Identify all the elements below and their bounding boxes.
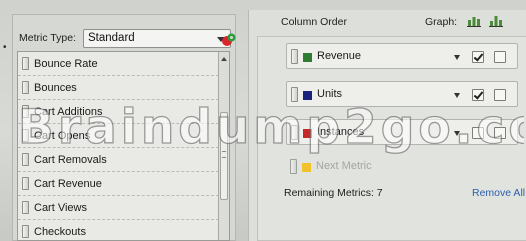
grip-lines-icon	[222, 151, 226, 158]
column-slot-label: Revenue	[317, 50, 362, 62]
available-metrics-list[interactable]: Bounce Rate Bounces Cart Additions Cart Ope…	[17, 51, 230, 241]
next-metric-label: Next Metric	[316, 160, 372, 172]
drag-handle-icon[interactable]	[22, 57, 29, 70]
graph-checkbox[interactable]	[472, 127, 484, 139]
graph-bar-icon-secondary[interactable]	[489, 14, 503, 27]
metric-list-item-label: Bounce Rate	[34, 57, 98, 70]
next-metric-slot[interactable]: Next Metric	[286, 155, 466, 179]
graph-checkbox[interactable]	[472, 89, 484, 101]
column-order-header: Column Order	[281, 16, 347, 28]
chevron-down-icon[interactable]	[454, 55, 460, 60]
metric-list-item[interactable]: Cart Removals	[18, 148, 219, 172]
remaining-metrics-text: Remaining Metrics: 7	[284, 187, 383, 199]
next-metric-color-swatch	[302, 163, 311, 172]
metric-list-item-label: Cart Removals	[34, 153, 107, 166]
scroll-thumb[interactable]	[220, 112, 228, 200]
column-slot[interactable]: Revenue	[286, 43, 518, 69]
metric-type-label: Metric Type:	[19, 32, 76, 44]
column-order-panel: Column Order Graph: Revenue Units Instance…	[248, 10, 526, 241]
metric-settings-icon[interactable]	[221, 32, 237, 48]
drag-handle-icon[interactable]	[22, 129, 29, 142]
drag-handle-icon[interactable]	[291, 125, 298, 140]
remove-all-link[interactable]: Remove All	[472, 187, 525, 199]
metric-list-item[interactable]: Checkouts	[18, 220, 219, 240]
metric-type-value: Standard	[88, 32, 135, 44]
metric-color-swatch	[303, 53, 312, 62]
column-slot[interactable]: Instances	[286, 119, 518, 145]
metric-color-swatch	[303, 91, 312, 100]
metric-color-swatch	[303, 129, 312, 138]
drag-handle-icon[interactable]	[291, 49, 298, 64]
metric-list-scrollbar[interactable]	[218, 52, 229, 240]
drag-handle-icon[interactable]	[22, 201, 29, 214]
drag-handle-icon[interactable]	[290, 159, 297, 174]
drag-handle-icon[interactable]	[22, 81, 29, 94]
secondary-graph-checkbox[interactable]	[494, 89, 506, 101]
column-slot-label: Units	[317, 88, 343, 100]
drag-handle-icon[interactable]	[22, 225, 29, 238]
column-slot[interactable]: Units	[286, 81, 518, 107]
metric-list-item[interactable]: Cart Revenue	[18, 172, 219, 196]
metric-list-item[interactable]: Cart Additions	[18, 100, 219, 124]
column-order-box: Revenue Units Instances Next Metric Remain…	[257, 36, 526, 241]
graph-label: Graph:	[425, 16, 458, 28]
graph-bar-icon[interactable]	[467, 14, 481, 27]
metric-list-item-label: Cart Revenue	[34, 177, 102, 190]
metric-list-item[interactable]: Cart Opens	[18, 124, 219, 148]
secondary-graph-checkbox[interactable]	[494, 127, 506, 139]
metric-list-item[interactable]: Bounce Rate	[18, 52, 219, 76]
drag-handle-icon[interactable]	[22, 105, 29, 118]
metric-list-item-label: Checkouts	[34, 225, 86, 238]
graph-checkbox[interactable]	[472, 51, 484, 63]
drag-handle-icon[interactable]	[22, 153, 29, 166]
metric-type-select[interactable]: Standard	[83, 29, 231, 48]
column-slot-label: Instances	[317, 126, 365, 138]
scroll-up-arrow-icon[interactable]	[221, 57, 227, 61]
chevron-down-icon[interactable]	[454, 131, 460, 136]
metric-list-item-label: Cart Views	[34, 201, 87, 214]
metric-list-item-label: Bounces	[34, 81, 77, 94]
drag-handle-icon[interactable]	[291, 87, 298, 102]
metric-list-item-label: Cart Additions	[34, 105, 103, 118]
metric-type-row: Metric Type: Standard	[19, 29, 239, 49]
drag-handle-icon[interactable]	[22, 177, 29, 190]
metric-list-item[interactable]: Bounces	[18, 76, 219, 100]
metric-items: Bounce Rate Bounces Cart Additions Cart Ope…	[18, 52, 219, 240]
secondary-graph-checkbox[interactable]	[494, 51, 506, 63]
page-bullet: •	[3, 42, 7, 53]
metric-list-item-label: Cart Opens	[34, 129, 91, 142]
metric-list-item[interactable]: Cart Views	[18, 196, 219, 220]
chevron-down-icon[interactable]	[454, 93, 460, 98]
